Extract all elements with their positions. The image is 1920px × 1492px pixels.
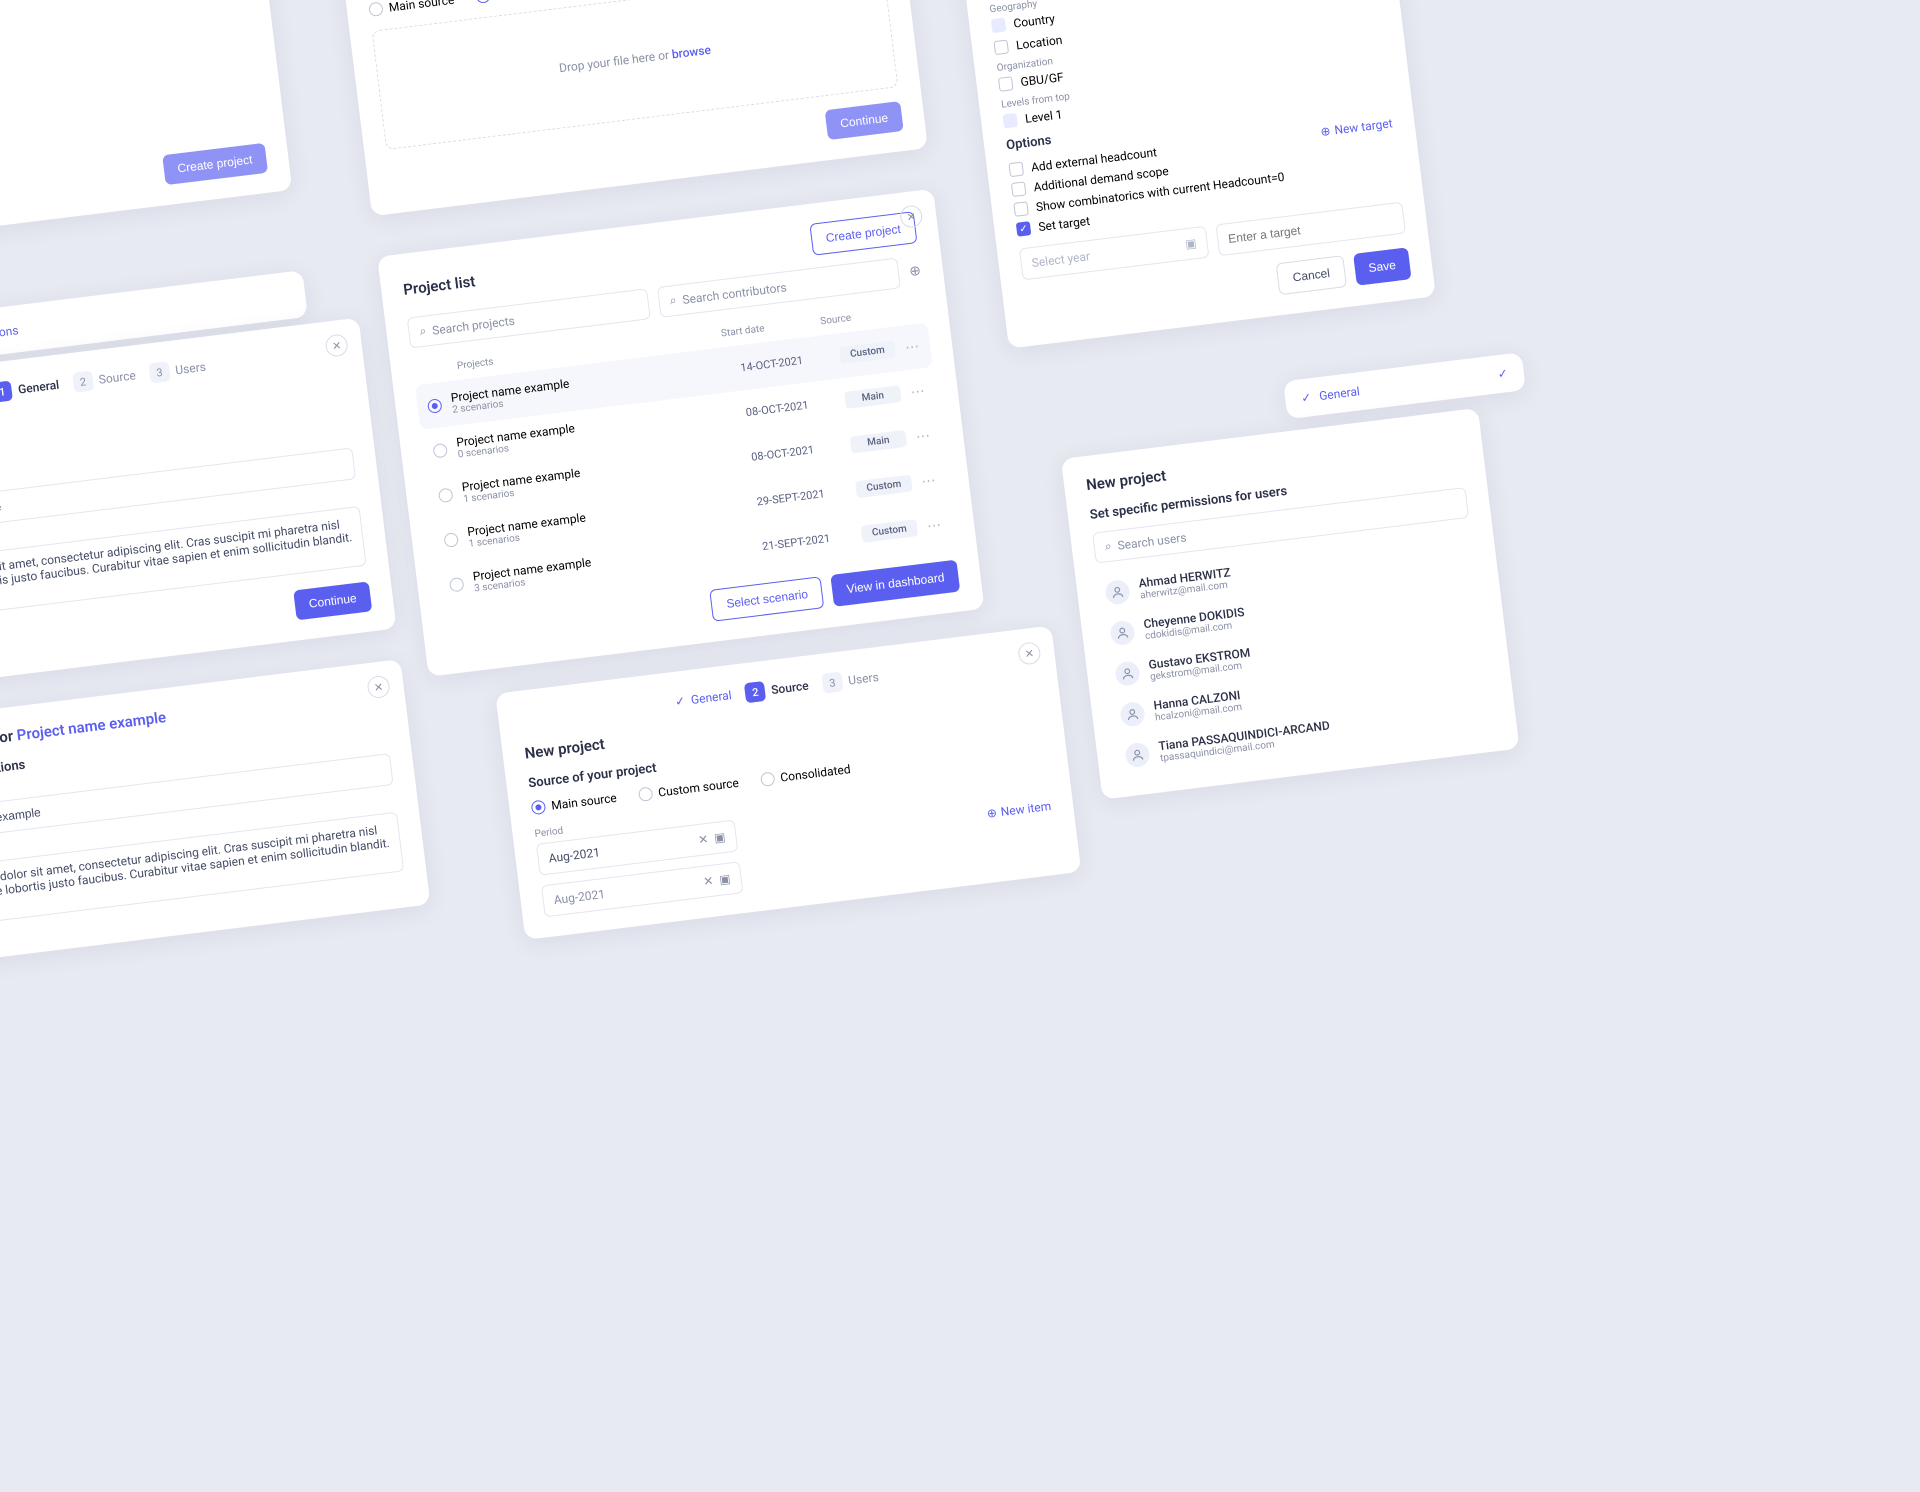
avatar — [1104, 578, 1131, 605]
clear-icon[interactable]: ✕ — [697, 832, 709, 847]
radio-icon — [432, 442, 448, 458]
start-date: 21-SEPT-2021 — [762, 529, 853, 553]
step-general[interactable]: ✓General — [674, 688, 732, 709]
new-scenario: ✕ New scenario for Project name example … — [0, 659, 430, 969]
continue-button[interactable]: Continue — [825, 101, 904, 140]
radio-custom[interactable]: Custom source — [638, 776, 740, 802]
source-tag: Custom — [839, 341, 897, 365]
step-source[interactable]: 2Source — [72, 365, 137, 393]
start-date: 29-SEPT-2021 — [756, 485, 847, 509]
new-project-general: ✕ 1General 2Source 3Users New project Ge… — [0, 318, 397, 693]
clear-icon[interactable]: ✕ — [702, 874, 714, 889]
avatar — [1114, 660, 1141, 687]
check-icon: ✓ — [1497, 366, 1509, 381]
radio-icon — [427, 398, 443, 414]
avatar — [1109, 619, 1136, 646]
radio-main[interactable]: Main source — [531, 791, 618, 815]
start-date: 14-OCT-2021 — [740, 351, 831, 375]
search-icon: ⌕ — [419, 324, 428, 340]
check-icon: ✓ — [1300, 390, 1312, 405]
cancel-button[interactable]: Cancel — [1276, 255, 1347, 295]
avatar — [1119, 700, 1146, 727]
filter-icon[interactable]: ⊕ — [908, 262, 922, 279]
row-menu-icon[interactable]: ⋯ — [915, 427, 932, 445]
row-menu-icon[interactable]: ⋯ — [921, 472, 938, 490]
project-list: ✕ Project list Create project ⌕ Search p… — [377, 189, 984, 677]
search-icon: ⌕ — [669, 293, 678, 309]
start-date: 08-OCT-2021 — [745, 395, 836, 419]
select-scenario-button[interactable]: Select scenario — [710, 576, 825, 621]
source-tag: Main — [844, 385, 902, 409]
radio-custom[interactable]: Custom source — [475, 0, 577, 4]
radio-icon — [443, 532, 459, 548]
step-source[interactable]: 2Source — [744, 676, 810, 704]
source-tag: Custom — [861, 519, 919, 543]
search-icon: ⌕ — [1104, 539, 1113, 555]
new-project-source: ✕ ✓General 2Source 3Users New project So… — [495, 626, 1081, 940]
radio-icon — [449, 576, 465, 592]
plus-icon: ⊕ — [986, 806, 998, 821]
source-tag: Custom — [855, 475, 913, 499]
calendar-icon[interactable]: ▣ — [713, 830, 726, 845]
start-date: 08-OCT-2021 — [751, 440, 842, 464]
calendar-icon: ▣ — [1184, 236, 1197, 251]
browse-link[interactable]: browse — [671, 43, 712, 62]
new-target-link[interactable]: ⊕New target — [1320, 116, 1394, 139]
project-mini-list: Project name example Project name exampl… — [0, 0, 292, 248]
source-upload: Source of your project Main source Custo… — [341, 0, 928, 216]
back-link[interactable]: ← Back to General informations — [0, 323, 19, 358]
step-label: General — [1318, 384, 1360, 403]
radio-main[interactable]: Main source — [368, 0, 455, 17]
plus-icon: ⊕ — [1320, 124, 1332, 139]
user-permissions: New project Set specific permissions for… — [1061, 408, 1520, 800]
radio-consolidated[interactable]: Consolidated — [760, 762, 852, 787]
row-menu-icon[interactable]: ⋯ — [904, 338, 921, 356]
check-icon: ✓ — [674, 694, 686, 709]
stepper-fragment: ✓ General ✓ — [1283, 352, 1526, 419]
row-menu-icon[interactable]: ⋯ — [926, 517, 943, 535]
source-tag: Main — [850, 430, 908, 454]
new-item-link[interactable]: ⊕ New item — [986, 799, 1052, 821]
view-dashboard-button[interactable]: View in dashboard — [831, 560, 960, 607]
radio-icon — [438, 487, 454, 503]
step-users[interactable]: 3Users — [148, 357, 207, 384]
step-general[interactable]: 1General — [0, 375, 60, 403]
list-title: Project list — [402, 272, 476, 299]
save-button[interactable]: Save — [1353, 247, 1412, 286]
scope-panel: Scope depth ⓘ To include competencies in… — [956, 0, 1436, 349]
avatar — [1124, 741, 1151, 768]
project-link[interactable]: Project name example — [16, 708, 167, 744]
continue-button[interactable]: Continue — [293, 581, 372, 620]
step-users[interactable]: 3Users — [821, 667, 880, 694]
row-menu-icon[interactable]: ⋯ — [910, 383, 927, 401]
calendar-icon[interactable]: ▣ — [718, 872, 731, 887]
create-project-button[interactable]: Create project — [162, 143, 268, 185]
